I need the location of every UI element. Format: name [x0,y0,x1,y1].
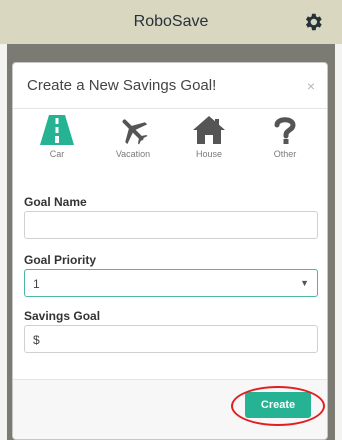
goal-type-label: House [195,149,222,159]
app-title: RoboSave [133,13,209,30]
close-icon[interactable]: × [307,78,315,94]
goal-name-field[interactable] [24,211,318,239]
goal-type-vacation[interactable]: Vacation [101,111,165,171]
savings-goal-field[interactable]: $ [24,325,318,353]
modal-header: Create a New Savings Goal! × [13,63,327,109]
airplane-icon [122,119,148,145]
goal-type-selector: Car Vacation House Other [13,111,327,171]
goal-type-label: Other [273,149,297,159]
goal-priority-label: Goal Priority [24,253,97,267]
savings-goal-label: Savings Goal [24,309,101,323]
app-screen: RoboSave Create a New Savings Goal! × Ca… [0,0,342,440]
goal-type-house[interactable]: House [177,111,241,171]
chevron-down-icon: ▼ [300,278,309,288]
highlight-annotation [231,386,325,426]
goal-type-label: Vacation [115,149,151,159]
house-icon [193,116,225,144]
goal-type-other[interactable]: Other [253,111,317,171]
goal-name-label: Goal Name [24,195,87,209]
goal-priority-value: 1 [33,277,40,291]
question-icon [274,117,296,144]
goal-priority-select[interactable]: 1 ▼ [24,269,318,297]
modal-title: Create a New Savings Goal! [27,77,217,94]
goal-type-car[interactable]: Car [25,111,89,171]
gear-icon[interactable] [302,11,324,33]
goal-type-label: Car [49,149,65,159]
create-goal-modal: Create a New Savings Goal! × Car Vacatio… [12,62,328,440]
app-bar: RoboSave [0,0,342,44]
modal-footer: Create [13,379,327,439]
road-icon [40,115,74,145]
